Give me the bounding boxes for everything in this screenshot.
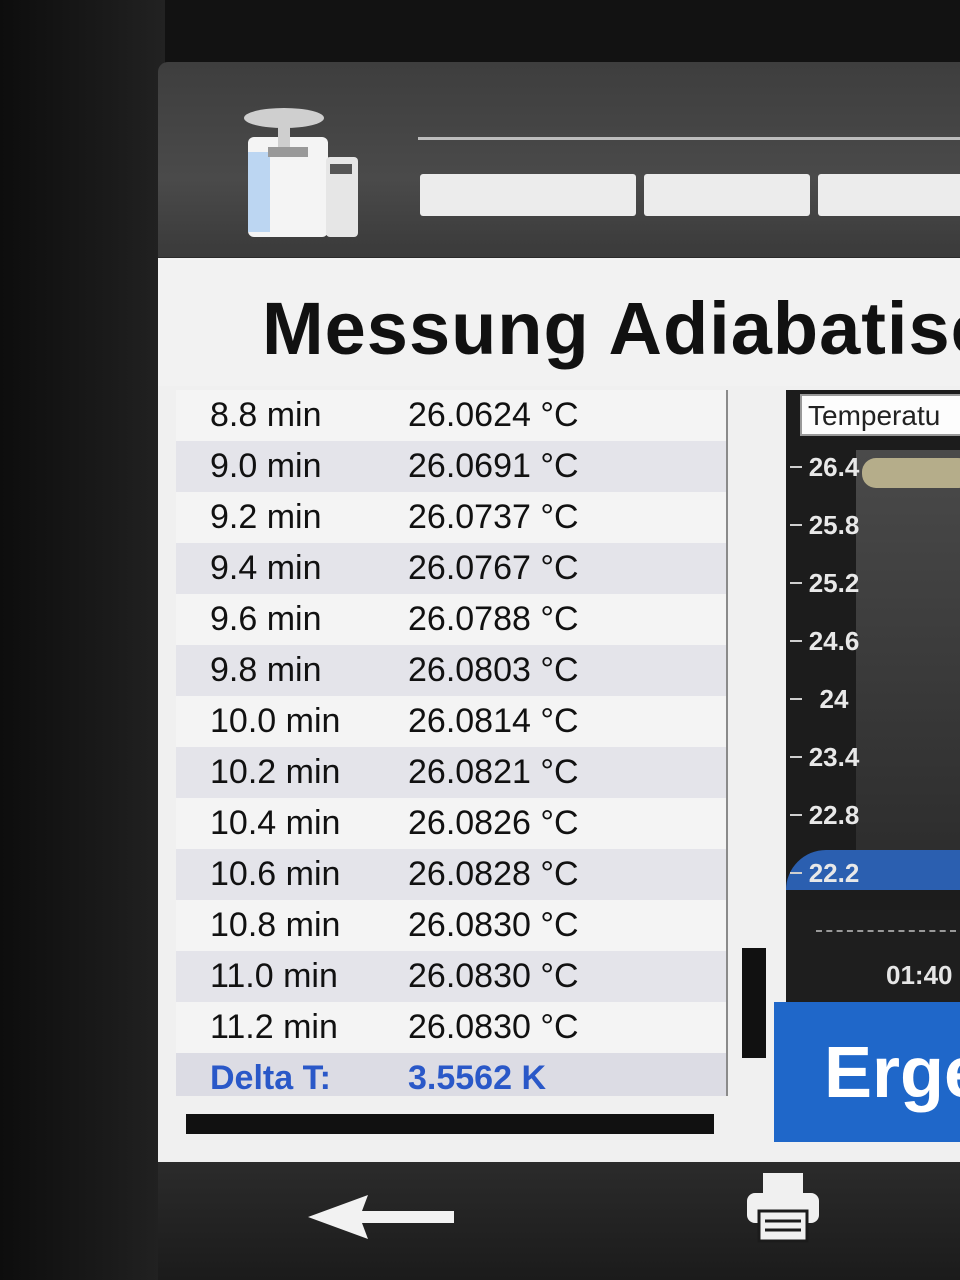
time-cell: 10.0 min <box>210 702 341 740</box>
table-row: 10.0 min 26.0814 °C <box>176 696 726 747</box>
device-bezel <box>0 0 165 1280</box>
y-tick-mark <box>790 466 802 468</box>
chart-series-highlight <box>862 458 960 488</box>
time-cell: 10.8 min <box>210 906 341 944</box>
temp-cell: 26.0821 °C <box>408 753 579 791</box>
y-tick-mark <box>790 524 802 526</box>
time-cell: 9.0 min <box>210 447 322 485</box>
table-row: 10.4 min 26.0826 °C <box>176 798 726 849</box>
y-tick-label: 22.8 <box>808 800 860 830</box>
y-tick-mark <box>790 872 802 874</box>
y-tick-mark <box>790 756 802 758</box>
table-row: 9.2 min 26.0737 °C <box>176 492 726 543</box>
y-tick-mark <box>790 640 802 642</box>
table-row: 11.0 min 26.0830 °C <box>176 951 726 1002</box>
header-bar <box>158 62 960 257</box>
measurement-table[interactable]: 8.8 min 26.0624 °C 9.0 min 26.0691 °C 9.2 … <box>176 390 728 1096</box>
y-tick-label: 23.4 <box>808 742 860 772</box>
delta-t-row: Delta T: 3.5562 K <box>176 1053 726 1096</box>
table-row: 8.8 min 26.0624 °C <box>176 390 726 441</box>
table-row: 10.8 min 26.0830 °C <box>176 900 726 951</box>
y-tick-label: 25.2 <box>808 568 860 598</box>
results-button[interactable]: Erge <box>774 1002 960 1142</box>
temp-cell: 26.0830 °C <box>408 906 579 944</box>
page-title: Messung Adiabatisc <box>262 287 960 370</box>
scrollbar-thumb[interactable] <box>742 948 766 1058</box>
time-cell: 9.2 min <box>210 498 322 536</box>
temp-cell: 26.0830 °C <box>408 1008 579 1046</box>
time-cell: 10.4 min <box>210 804 341 842</box>
temp-cell: 26.0691 °C <box>408 447 579 485</box>
header-tab-2[interactable] <box>644 174 810 216</box>
y-tick-mark <box>790 698 802 700</box>
temp-cell: 26.0814 °C <box>408 702 579 740</box>
table-row: 9.6 min 26.0788 °C <box>176 594 726 645</box>
y-tick-label: 26.4 <box>808 452 860 482</box>
chart-plot-area <box>856 450 960 870</box>
table-row: 9.8 min 26.0803 °C <box>176 645 726 696</box>
table-row: 10.2 min 26.0821 °C <box>176 747 726 798</box>
time-cell: 9.6 min <box>210 600 322 638</box>
table-row: 9.4 min 26.0767 °C <box>176 543 726 594</box>
delta-t-value: 3.5562 K <box>408 1059 546 1096</box>
y-tick-mark <box>790 814 802 816</box>
header-tab-1[interactable] <box>420 174 636 216</box>
chart-title: Temperatu <box>800 394 960 436</box>
table-row: 9.0 min 26.0691 °C <box>176 441 726 492</box>
delta-t-label: Delta T: <box>210 1059 331 1096</box>
header-tab-3[interactable] <box>818 174 960 216</box>
header-divider <box>418 137 960 140</box>
bottom-toolbar <box>158 1162 960 1280</box>
results-button-label: Erge <box>824 1033 960 1113</box>
horizontal-scrollbar[interactable] <box>186 1114 714 1134</box>
y-tick-label: 25.8 <box>808 510 860 540</box>
y-tick-label: 24 <box>819 684 849 714</box>
time-cell: 11.0 min <box>210 957 338 995</box>
calorimeter-device-icon <box>244 108 358 237</box>
temperature-chart: Temperatu 26.4 25.8 25.2 24.6 24 23.4 22… <box>786 390 960 910</box>
time-cell: 10.6 min <box>210 855 341 893</box>
y-tick-label: 24.6 <box>808 626 860 656</box>
time-axis-label: 01:40 <box>886 960 953 990</box>
y-tick-mark <box>790 582 802 584</box>
time-cell: 10.2 min <box>210 753 341 791</box>
time-axis-ticks <box>816 930 956 948</box>
temp-cell: 26.0828 °C <box>408 855 579 893</box>
printer-icon[interactable] <box>743 1167 823 1247</box>
time-cell: 8.8 min <box>210 396 322 434</box>
time-cell: 9.8 min <box>210 651 322 689</box>
back-arrow-icon[interactable] <box>308 1187 458 1247</box>
time-cell: 9.4 min <box>210 549 322 587</box>
time-cell: 11.2 min <box>210 1008 338 1046</box>
y-tick-label: 22.2 <box>808 858 860 888</box>
table-row: 11.2 min 26.0830 °C <box>176 1002 726 1053</box>
temp-cell: 26.0803 °C <box>408 651 579 689</box>
title-bar: Messung Adiabatisc <box>158 258 960 386</box>
temp-cell: 26.0767 °C <box>408 549 579 587</box>
chart-time-axis: 01:40 <box>786 910 960 1002</box>
temp-cell: 26.0737 °C <box>408 498 579 536</box>
temp-cell: 26.0624 °C <box>408 396 579 434</box>
temp-cell: 26.0830 °C <box>408 957 579 995</box>
table-row: 10.6 min 26.0828 °C <box>176 849 726 900</box>
device-screen: Messung Adiabatisc 8.8 min 26.0624 °C 9.0… <box>158 62 960 1162</box>
temp-cell: 26.0826 °C <box>408 804 579 842</box>
temp-cell: 26.0788 °C <box>408 600 579 638</box>
